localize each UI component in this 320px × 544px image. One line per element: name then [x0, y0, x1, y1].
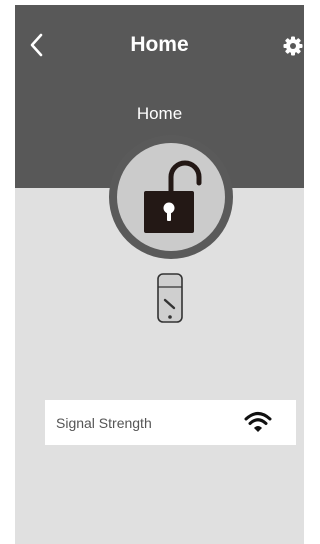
wifi-icon — [244, 412, 272, 432]
settings-button[interactable] — [283, 36, 303, 56]
unlocked-padlock-icon — [144, 160, 202, 233]
signal-strength-label: Signal Strength — [56, 415, 152, 431]
gear-icon — [283, 36, 303, 56]
lock-screen: Home Home Signal Strength — [15, 5, 304, 544]
signal-strength-row: Signal Strength — [45, 400, 296, 445]
lock-toggle-inner — [117, 143, 225, 251]
page-title: Home — [130, 33, 189, 56]
smart-lock-device-icon — [157, 273, 183, 323]
lock-name: Home — [136, 104, 183, 123]
lock-toggle-button[interactable] — [109, 135, 233, 259]
